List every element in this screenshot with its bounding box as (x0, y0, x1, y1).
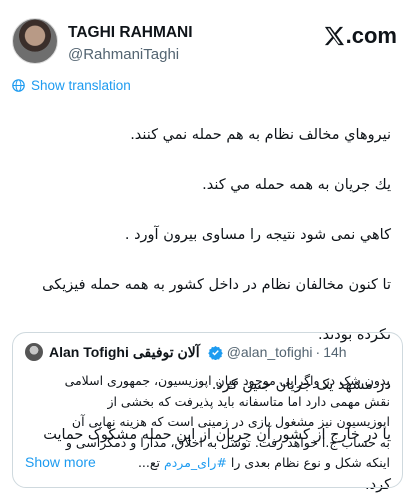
quoted-author-name[interactable]: Alan Tofighi (49, 344, 129, 360)
author-handle[interactable]: @RahmaniTaghi (68, 46, 179, 63)
quoted-timestamp[interactable]: 14h (323, 344, 346, 360)
quoted-tweet-header: Alan Tofighi آلان توفیقی @alan_tofighi ·… (25, 343, 347, 361)
quoted-line: به حساب ج.ا خواهد رفت. توسل به اخلاق، مد… (65, 434, 390, 450)
quoted-line: بدون شک در واگرایی موجود میان اپوزیسیون،… (64, 373, 390, 388)
quoted-author-avatar[interactable] (25, 343, 43, 361)
author-name[interactable]: TAGHI RAHMANI (68, 24, 193, 42)
verified-badge-icon (207, 345, 223, 360)
author-avatar[interactable] (12, 18, 58, 64)
quoted-author-handle[interactable]: @alan_tofighi (227, 344, 313, 360)
hashtag-link[interactable]: #رای_مردم (164, 455, 227, 470)
dot-separator: · (315, 344, 321, 360)
tweet-header: TAGHI RAHMANI @RahmaniTaghi .com (12, 12, 403, 64)
show-more-link[interactable]: Show more (25, 454, 96, 470)
quoted-last-suffix: تع... (137, 455, 161, 470)
tweet-line: يك جريان به همه حمله مي كند. (202, 177, 391, 193)
globe-icon (12, 79, 25, 92)
tweet-line: تا کنون مخالفان نظام در داخل کشور به همه… (42, 277, 391, 293)
x-icon (324, 26, 344, 46)
quoted-author-name-fa[interactable]: آلان توفیقی (133, 344, 200, 361)
tweet-line: كاهي نمی شود نتیجه را مساوی بیرون آورد . (124, 227, 391, 243)
quoted-tweet[interactable]: Alan Tofighi آلان توفیقی @alan_tofighi ·… (12, 332, 403, 488)
show-translation-link[interactable]: Show translation (12, 78, 131, 93)
quoted-last-line: اینکه شکل و نوع نظام بعدی را #رای_مردم ت… (138, 453, 390, 474)
quoted-tweet-body: بدون شک در واگرایی موجود میان اپوزیسیون،… (23, 371, 390, 453)
quoted-last-prefix: اینکه شکل و نوع نظام بعدی را (230, 455, 390, 470)
quoted-line: اپوزیسیون نیز مشغول بازی در زمینی است که… (71, 414, 390, 429)
x-logo: .com (323, 23, 397, 49)
show-translation-label: Show translation (31, 78, 131, 93)
quoted-line: نقش مهمی دارد اما متاسفانه باید پذیرفت ک… (107, 393, 390, 409)
logo-text: .com (345, 23, 397, 48)
tweet-line: نيروهاي مخالف نظام به هم حمله نمي كنند. (130, 127, 391, 143)
